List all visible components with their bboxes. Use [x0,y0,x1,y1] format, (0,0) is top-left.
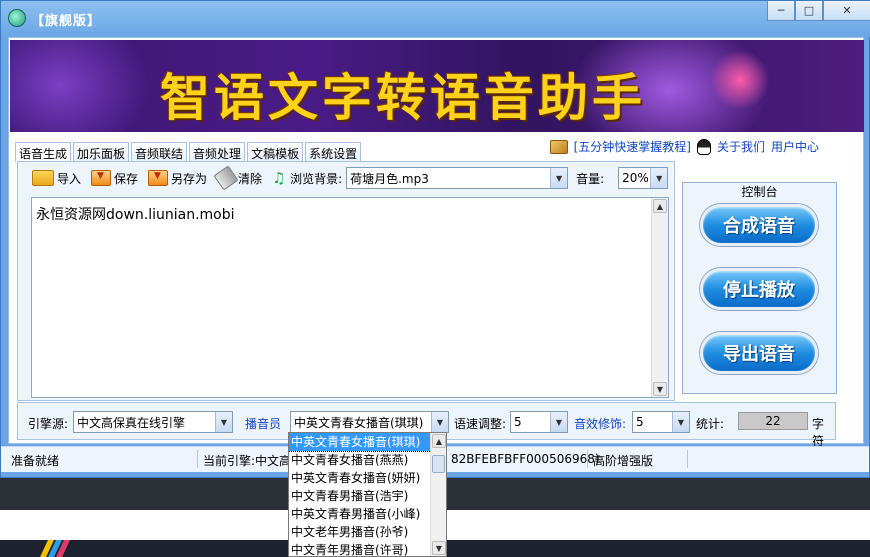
effect-select[interactable]: 5 ▼ [632,411,690,433]
tab-music-panel[interactable]: 加乐面板 [73,142,130,162]
engine-select[interactable]: 中文高保真在线引擎 ▼ [73,411,233,433]
announcer-dropdown-list[interactable]: 中英文青春女播音(琪琪) 中文青春女播音(燕燕) 中英文青春女播音(妍妍) 中文… [288,432,447,557]
control-panel-title: 控制台 [741,185,778,199]
tab-bar: 语音生成 加乐面板 音频联结 音频处理 文稿模板 系统设置 [15,142,363,162]
stats-label: 统计: [696,417,725,431]
status-code: 82BFEBFBFF000506968) [451,452,600,466]
announcer-option[interactable]: 中英文青春女播音(琪琪) [289,433,432,452]
title-bar[interactable]: 【旗舰版】 ─ □ ✕ [1,1,870,37]
background-music-value: 荷塘月色.mp3 [350,171,429,186]
close-button[interactable]: ✕ [823,1,870,21]
effect-label: 音效修饰: [574,417,627,431]
editor-panel: 导入 保存 另存为 清除 ♫ 浏览背景: [17,161,675,401]
chevron-down-icon[interactable]: ▼ [650,168,668,188]
announcer-option[interactable]: 中文青年男播音(许哥) [289,541,431,556]
announcer-option[interactable]: 中英文青春男播音(小峰) [289,505,431,523]
char-count: 22 [738,412,808,430]
tab-audio-process[interactable]: 音频处理 [189,142,246,162]
save-as-icon [148,170,169,186]
book-icon [549,139,568,154]
tab-settings[interactable]: 系统设置 [305,142,362,162]
user-center-link[interactable]: 用户中心 [771,138,819,155]
scroll-up-icon[interactable]: ▲ [653,199,667,213]
tab-templates[interactable]: 文稿模板 [247,142,304,162]
scroll-up-icon[interactable]: ▲ [432,434,446,448]
chevron-down-icon[interactable]: ▼ [215,412,232,432]
tab-audio-join[interactable]: 音频联结 [131,142,188,162]
announcer-option[interactable]: 中文青春女播音(燕燕) [289,451,431,469]
editor-text: 永恒资源网down.liunian.mobi [36,207,235,223]
stats-unit: 字符 [812,417,825,448]
save-as-button[interactable]: 另存为 [148,170,207,187]
banner-title: 智语文字转语音助手 [160,69,646,127]
background-music-select[interactable]: 荷塘月色.mp3 ▼ [346,167,569,189]
volume-label: 音量: [576,171,605,186]
scroll-down-icon[interactable]: ▼ [432,541,446,555]
penguin-icon [696,138,711,155]
folder-icon [32,170,54,186]
broom-icon [213,165,239,191]
speed-value: 5 [514,415,522,429]
chevron-down-icon[interactable]: ▼ [550,168,568,188]
music-note-icon: ♫ [272,169,286,187]
speed-select[interactable]: 5 ▼ [510,411,568,433]
scroll-thumb[interactable] [432,455,445,473]
minimize-button[interactable]: ─ [767,1,795,21]
announcer-option[interactable]: 中文青春男播音(浩宇) [289,487,431,505]
main-content: 智语文字转语音助手 语音生成 加乐面板 音频联结 音频处理 文稿模板 系统设置 … [8,37,864,448]
save-label: 保存 [114,171,139,186]
synthesize-button[interactable]: 合成语音 [700,204,818,246]
browse-bg-button[interactable]: ♫ 浏览背景: [272,170,342,187]
clear-button[interactable]: 清除 [213,165,263,191]
chevron-down-icon[interactable]: ▼ [672,412,689,432]
window-title: 【旗舰版】 [31,14,102,29]
announcer-option[interactable]: 中英文青春女播音(妍妍) [289,469,431,487]
header-links: [五分钟快速掌握教程] 关于我们 用户中心 [549,138,819,155]
export-button[interactable]: 导出语音 [700,332,818,374]
engine-label: 引擎源: [28,417,69,431]
clear-label: 清除 [238,171,263,186]
tab-voice-generate[interactable]: 语音生成 [15,142,72,162]
about-link[interactable]: 关于我们 [717,138,765,155]
status-ready: 准备就绪 [11,454,60,468]
tutorial-link[interactable]: [五分钟快速掌握教程] [574,138,691,155]
text-editor[interactable]: 永恒资源网down.liunian.mobi ▲ ▼ [31,197,669,398]
app-logo-icon [8,9,26,27]
volume-select[interactable]: 20% ▼ [618,167,669,189]
save-icon [91,170,112,186]
engine-value: 中文高保真在线引擎 [77,415,186,430]
stop-button[interactable]: 停止播放 [700,268,818,310]
announcer-option[interactable]: 中文老年男播音(孙爷) [289,523,431,541]
banner: 智语文字转语音助手 [10,40,864,132]
save-button[interactable]: 保存 [91,170,138,187]
announcer-label: 播音员 [245,417,282,431]
chevron-down-icon[interactable]: ▼ [550,412,567,432]
dropdown-scrollbar[interactable]: ▲ ▼ [430,433,446,556]
announcer-value: 中英文青春女播音(琪琪) [294,415,424,430]
announcer-select[interactable]: 中英文青春女播音(琪琪) ▼ [290,411,449,433]
toolbar: 导入 保存 另存为 清除 ♫ 浏览背景: [18,162,674,194]
volume-value: 20% [622,171,649,185]
import-button[interactable]: 导入 [32,170,81,187]
import-label: 导入 [57,171,82,186]
effect-value: 5 [636,415,644,429]
save-as-label: 另存为 [171,171,208,186]
scroll-down-icon[interactable]: ▼ [653,382,667,396]
maximize-button[interactable]: □ [795,1,823,21]
editor-scrollbar[interactable]: ▲ ▼ [651,198,668,397]
control-panel: 控制台 合成语音 停止播放 导出语音 [682,182,837,394]
browse-bg-label: 浏览背景: [290,171,343,186]
app-window: 【旗舰版】 ─ □ ✕ 智语文字转语音助手 语音生成 加乐面板 音频联结 音频处… [0,0,870,478]
status-engine: 当前引擎:中文高 [203,454,292,468]
status-mode: 高阶增强版 [593,454,654,468]
speed-label: 语速调整: [454,417,507,431]
chevron-down-icon[interactable]: ▼ [431,412,448,432]
